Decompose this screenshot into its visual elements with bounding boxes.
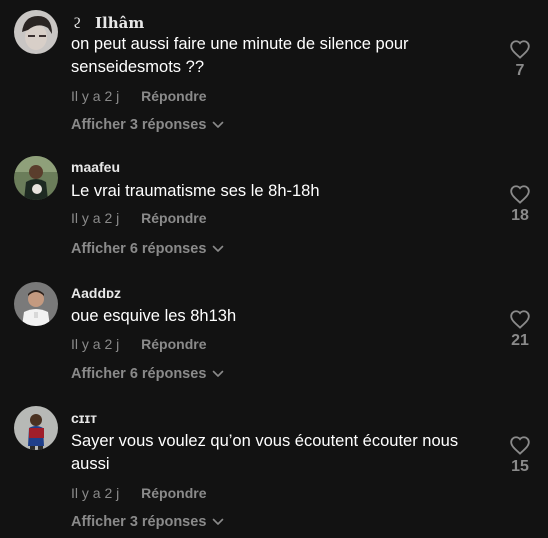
show-replies-button[interactable]: Afficher 6 réponses — [71, 241, 224, 257]
username-flourish-icon: ϩ — [73, 14, 82, 32]
like-count: 18 — [511, 207, 529, 224]
comment-time: Il y a 2 j — [71, 336, 120, 352]
reply-button[interactable]: Répondre — [141, 485, 206, 501]
heart-outline-icon — [510, 436, 530, 455]
comment-text: on peut aussi faire une minute de silenc… — [71, 35, 409, 76]
username[interactable]: Aaddᴅᴢ — [71, 285, 121, 301]
show-replies-label: Afficher 6 réponses — [71, 366, 207, 382]
comment-meta: Il y a 2 j Répondre — [71, 485, 206, 501]
reply-button[interactable]: Répondre — [141, 210, 206, 226]
like-button[interactable]: 15 — [498, 435, 542, 476]
heart-outline-icon — [510, 40, 530, 59]
chevron-down-icon — [212, 241, 224, 257]
show-replies-label: Afficher 6 réponses — [71, 241, 207, 257]
comment-text: Sayer vous voulez qu’on vous écoutent éc… — [71, 432, 459, 473]
show-replies-button[interactable]: Afficher 3 réponses — [71, 117, 224, 133]
comment-time: Il y a 2 j — [71, 210, 120, 226]
comment-time: Il y a 2 j — [71, 88, 120, 104]
username[interactable]: ᴄɪɪᴛ — [71, 410, 97, 426]
show-replies-label: Afficher 3 réponses — [71, 117, 207, 133]
chevron-down-icon — [212, 117, 224, 133]
like-count: 21 — [511, 332, 529, 349]
comment-meta: Il y a 2 j Répondre — [71, 210, 206, 226]
like-button[interactable]: 18 — [498, 184, 542, 225]
show-replies-button[interactable]: Afficher 6 réponses — [71, 366, 224, 382]
chevron-down-icon — [212, 514, 224, 530]
comment-text: Le vrai traumatisme ses le 8h-18h — [71, 182, 320, 200]
comment-time: Il y a 2 j — [71, 485, 120, 501]
heart-outline-icon — [510, 185, 530, 204]
comment-text: oue esquive les 8h13h — [71, 307, 237, 325]
username[interactable]: Ilhâm — [95, 14, 144, 32]
heart-outline-icon — [510, 310, 530, 329]
avatar[interactable] — [14, 156, 58, 200]
comment-meta: Il y a 2 j Répondre — [71, 88, 206, 104]
like-button[interactable]: 21 — [498, 309, 542, 350]
reply-button[interactable]: Répondre — [141, 336, 206, 352]
avatar[interactable] — [14, 10, 58, 54]
chevron-down-icon — [212, 366, 224, 382]
show-replies-label: Afficher 3 réponses — [71, 514, 207, 530]
username[interactable]: maafeu — [71, 159, 120, 175]
like-count: 15 — [511, 458, 529, 475]
avatar[interactable] — [14, 282, 58, 326]
show-replies-button[interactable]: Afficher 3 réponses — [71, 514, 224, 530]
avatar[interactable] — [14, 406, 58, 450]
comment-meta: Il y a 2 j Répondre — [71, 336, 206, 352]
like-count: 7 — [515, 62, 525, 79]
like-button[interactable]: 7 — [498, 39, 542, 80]
reply-button[interactable]: Répondre — [141, 88, 206, 104]
